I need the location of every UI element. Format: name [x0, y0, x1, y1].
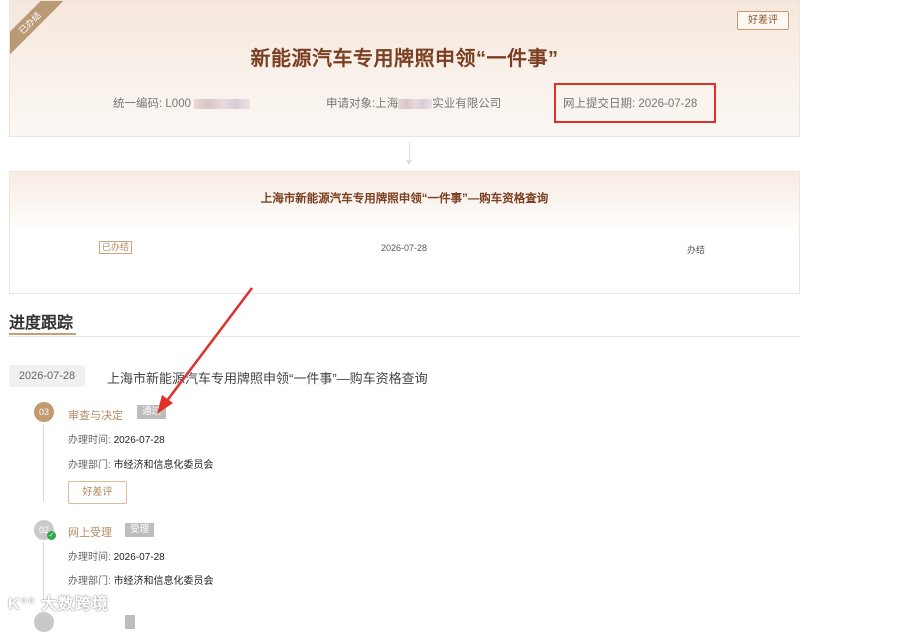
- annotation-arrow: [157, 287, 253, 414]
- watermark: K°° 大数跨境: [8, 590, 109, 614]
- watermark-text: 大数跨境: [40, 596, 109, 613]
- watermark-logo-icon: K°°: [8, 596, 36, 613]
